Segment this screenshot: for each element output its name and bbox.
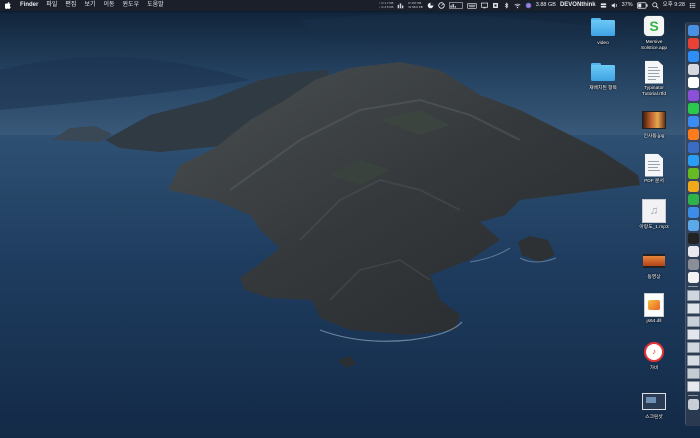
desktop-item-label: 아랑도_1.mp3 bbox=[639, 225, 669, 230]
keynote-icon[interactable] bbox=[687, 155, 699, 166]
desktop-item-label: PDF 문서 bbox=[644, 179, 664, 184]
desktop-item-insadong-jpg[interactable]: 인사동.jpg bbox=[628, 108, 680, 140]
battery-percent[interactable]: 37% bbox=[622, 0, 633, 11]
tweetbot-icon[interactable] bbox=[687, 181, 699, 192]
desktop-item-label: video bbox=[597, 41, 609, 46]
window-thumbnail-icon[interactable] bbox=[686, 368, 700, 379]
desktop-item-typinator-tutorial[interactable]: Typinator Tutorial.rtfd bbox=[628, 60, 680, 98]
dll-icon bbox=[642, 293, 666, 317]
dock-separator bbox=[688, 286, 698, 287]
siri-icon[interactable] bbox=[525, 2, 532, 9]
desktop-item-label: 가비 bbox=[649, 366, 659, 371]
evernote-icon[interactable] bbox=[687, 194, 699, 205]
menu-bar: Finder 파일 편집 보기 이동 윈도우 도움말 ↑ 1/ 1.7 KB ↓… bbox=[0, 0, 700, 11]
memory-chip-icon[interactable] bbox=[492, 2, 499, 9]
dock bbox=[685, 22, 700, 426]
image-icon bbox=[642, 108, 666, 132]
slack-icon[interactable] bbox=[687, 246, 699, 257]
keyboard-icon[interactable] bbox=[466, 2, 477, 9]
pie-chart-icon[interactable] bbox=[427, 2, 434, 9]
battery-icon[interactable] bbox=[636, 2, 648, 9]
launchpad-icon[interactable] bbox=[687, 64, 699, 75]
omnifocus-icon[interactable] bbox=[687, 90, 699, 101]
terminal-icon[interactable] bbox=[687, 233, 699, 244]
desktop-item-mp3[interactable]: ♫ 아랑도_1.mp3 bbox=[628, 199, 680, 231]
disk-stats[interactable]: R 197 KB W 68.6 KB bbox=[408, 1, 423, 9]
display-icon[interactable] bbox=[480, 2, 488, 9]
app-icon: S bbox=[642, 14, 666, 38]
document-icon bbox=[642, 60, 666, 84]
desktop-item-screenshot[interactable]: 스크린샷 bbox=[628, 389, 680, 421]
cpu-graph-icon[interactable] bbox=[448, 2, 463, 9]
tes-icon[interactable] bbox=[687, 168, 699, 179]
desktop-item-label: js64.dll bbox=[646, 319, 662, 324]
video-icon bbox=[642, 249, 666, 273]
firefox-icon[interactable] bbox=[687, 129, 699, 140]
folder-icon bbox=[591, 60, 615, 84]
window-thumbnail-icon[interactable] bbox=[686, 355, 700, 366]
wifi-icon[interactable] bbox=[514, 2, 521, 9]
window-thumbnail-icon[interactable] bbox=[686, 316, 700, 327]
notification-center-icon[interactable] bbox=[689, 2, 696, 9]
desktop-item-video[interactable]: video bbox=[577, 15, 629, 47]
dictionary-icon[interactable] bbox=[687, 142, 699, 153]
photos-icon[interactable] bbox=[687, 272, 699, 283]
memory-usage[interactable]: 3.88 GB bbox=[536, 0, 556, 11]
desktop-item-label: 동영상 bbox=[647, 275, 661, 280]
menu-bar-extras: ↑ 1/ 1.7 KB ↓ 1/ 4.5 KB R 197 KB W 68.6 … bbox=[379, 0, 696, 11]
gauge-icon[interactable] bbox=[438, 2, 445, 9]
network-stats[interactable]: ↑ 1/ 1.7 KB ↓ 1/ 4.5 KB bbox=[378, 1, 394, 9]
pdf-icon bbox=[642, 153, 666, 177]
desktop-item-video-clip[interactable]: 동영상 bbox=[628, 249, 680, 281]
trash-icon[interactable] bbox=[687, 399, 699, 410]
menu-view[interactable]: 보기 bbox=[84, 0, 95, 11]
disk-write-rate: W 68.6 KB bbox=[408, 4, 423, 9]
desktop-item-mersive-solstice[interactable]: S Mersive Solstice.app bbox=[628, 14, 680, 52]
desktop-item-label: Typinator Tutorial.rtfd bbox=[641, 86, 667, 97]
menu-go[interactable]: 이동 bbox=[103, 0, 114, 11]
audio-file-icon: ♪ bbox=[642, 340, 666, 364]
menu-file[interactable]: 파일 bbox=[46, 0, 57, 11]
folder-icon bbox=[591, 15, 615, 39]
desktop-item-label: 재배치된 항목 bbox=[589, 86, 617, 91]
desktop-item-label: Mersive Solstice.app bbox=[640, 40, 668, 51]
music-icon[interactable] bbox=[687, 207, 699, 218]
menu-edit[interactable]: 편집 bbox=[65, 0, 76, 11]
chrome-icon[interactable] bbox=[687, 38, 699, 49]
preview-icon[interactable] bbox=[687, 220, 699, 231]
mail-icon[interactable] bbox=[687, 116, 699, 127]
desktop-item-relocated-items[interactable]: 재배치된 항목 bbox=[577, 60, 629, 92]
network-status-icon[interactable] bbox=[397, 2, 404, 9]
window-thumbnail-icon[interactable] bbox=[686, 290, 700, 301]
preferences-icon[interactable] bbox=[687, 259, 699, 270]
desktop-item-gabi[interactable]: ♪ 가비 bbox=[628, 340, 680, 372]
window-thumbnail-icon[interactable] bbox=[686, 342, 700, 353]
network-download-rate: ↓ 1/ 4.5 KB bbox=[378, 4, 394, 9]
bluetooth-icon[interactable] bbox=[503, 2, 510, 9]
dock-separator bbox=[688, 395, 698, 396]
desktop-item-label: 스크린샷 bbox=[645, 415, 663, 420]
search-icon[interactable] bbox=[651, 2, 659, 9]
menu-bar-left: Finder 파일 편집 보기 이동 윈도우 도움말 bbox=[0, 0, 172, 11]
window-thumbnail-icon[interactable] bbox=[686, 303, 700, 314]
finder-icon[interactable] bbox=[687, 25, 699, 36]
devonthink-menu[interactable]: DEVONthink bbox=[560, 0, 596, 11]
apple-logo-icon[interactable] bbox=[4, 0, 12, 11]
music-file-icon: ♫ bbox=[642, 199, 666, 223]
control-center-icon[interactable] bbox=[600, 2, 607, 9]
messages-icon[interactable] bbox=[687, 103, 699, 114]
desktop-item-js64-dll[interactable]: js64.dll bbox=[628, 293, 680, 325]
safari-icon[interactable] bbox=[687, 51, 699, 62]
window-thumbnail-icon[interactable] bbox=[686, 329, 700, 340]
menu-help[interactable]: 도움말 bbox=[147, 0, 164, 11]
window-thumbnail-icon[interactable] bbox=[686, 381, 700, 392]
desktop-item-label: 인사동.jpg bbox=[643, 134, 665, 139]
menu-app-name[interactable]: Finder bbox=[20, 0, 38, 11]
menu-clock[interactable]: 오후 9:28 bbox=[663, 0, 685, 11]
desktop-item-pdf-document[interactable]: PDF 문서 bbox=[628, 153, 680, 185]
menu-window[interactable]: 윈도우 bbox=[123, 0, 140, 11]
calendar-icon[interactable] bbox=[687, 77, 699, 88]
screenshot-icon bbox=[642, 389, 666, 413]
volume-icon[interactable] bbox=[611, 2, 618, 9]
